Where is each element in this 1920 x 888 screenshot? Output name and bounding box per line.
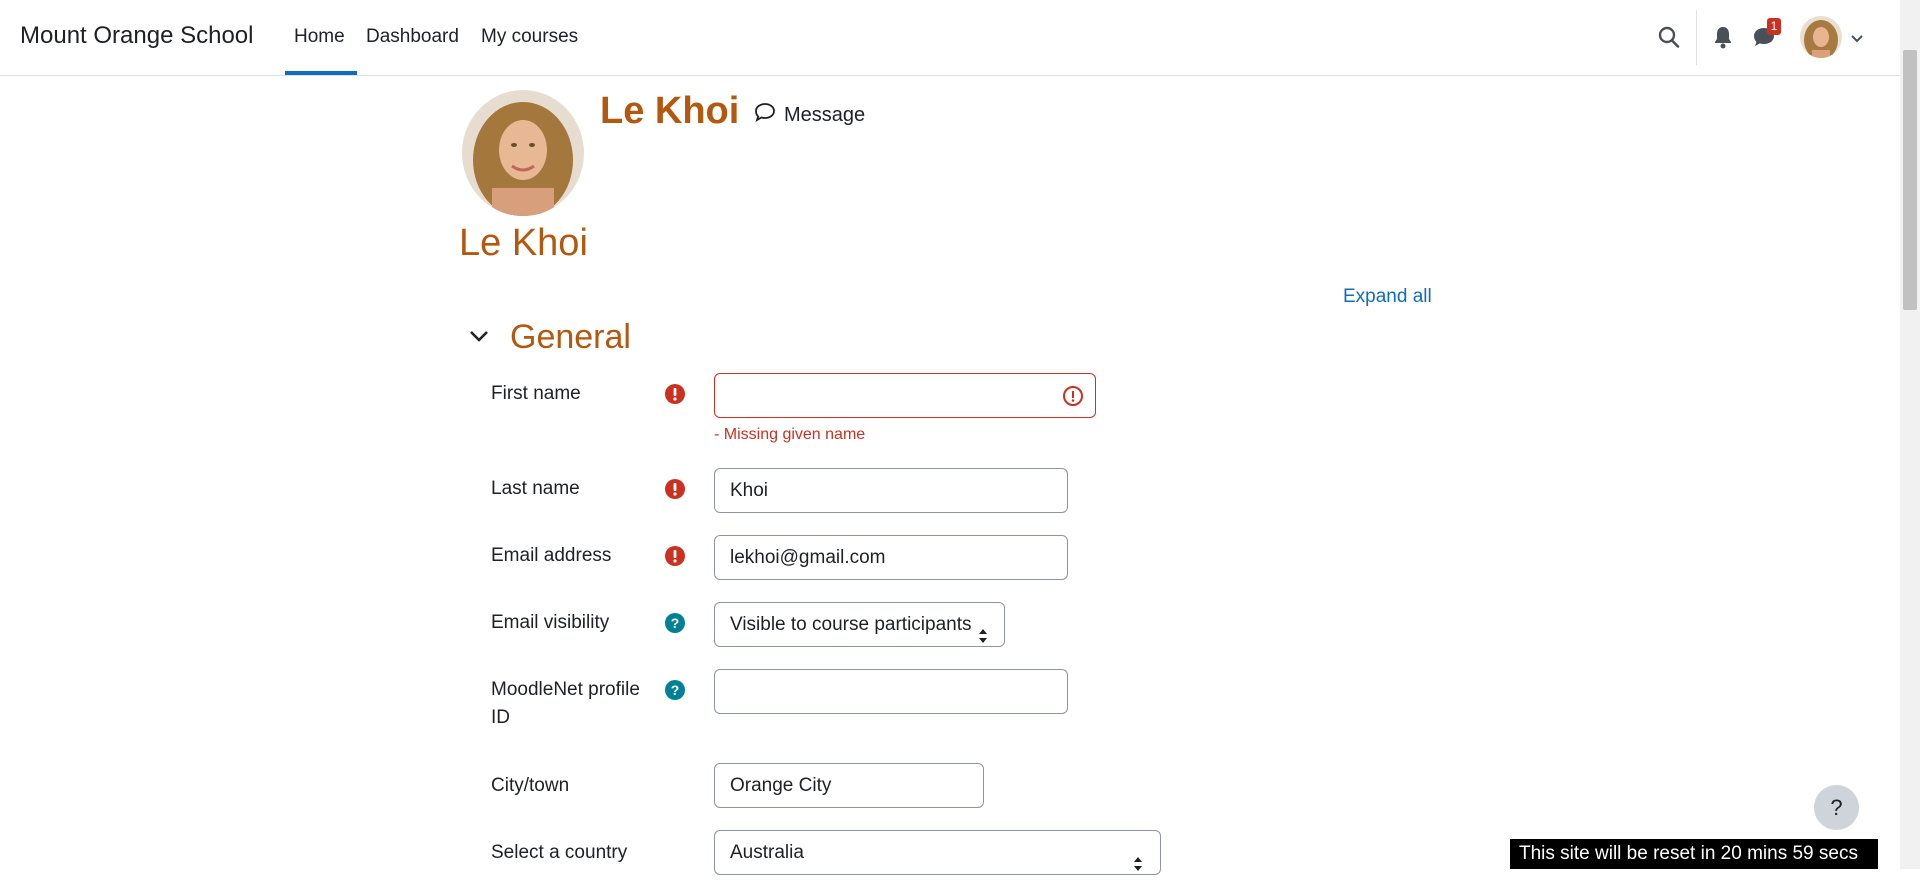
profile-picture <box>462 90 584 216</box>
country-select[interactable]: Australia <box>714 830 1161 875</box>
top-navbar: Mount Orange School Home Dashboard My co… <box>0 0 1900 76</box>
help-icon[interactable]: ? <box>664 612 686 634</box>
first-name-label: First name <box>491 383 581 404</box>
country-value: Australia <box>730 842 804 863</box>
nav-home[interactable]: Home <box>294 26 345 48</box>
moodlenet-label-line1: MoodleNet profile <box>491 679 640 700</box>
svg-text:?: ? <box>671 682 680 698</box>
navbar-divider <box>1696 10 1697 65</box>
site-brand[interactable]: Mount Orange School <box>20 22 253 50</box>
select-arrows-icon <box>978 617 988 660</box>
moodlenet-input[interactable] <box>714 669 1068 714</box>
help-icon[interactable]: ? <box>664 679 686 701</box>
message-icon <box>754 102 776 128</box>
profile-header-name: Le Khoi <box>600 90 740 132</box>
page-help-button[interactable]: ? <box>1814 785 1859 830</box>
required-icon[interactable] <box>664 545 686 567</box>
invalid-field-icon <box>1062 385 1084 412</box>
first-name-input[interactable] <box>714 373 1096 418</box>
section-collapse-chevron-icon[interactable] <box>468 328 490 349</box>
email-visibility-label: Email visibility <box>491 612 610 633</box>
moodlenet-label: MoodleNet profile ID <box>491 676 640 732</box>
active-nav-indicator <box>285 71 357 75</box>
last-name-label: Last name <box>491 478 580 499</box>
chevron-down-icon[interactable] <box>1850 31 1864 49</box>
search-icon[interactable] <box>1657 24 1681 55</box>
scrollbar-thumb[interactable] <box>1903 50 1917 310</box>
email-visibility-select[interactable]: Visible to course participants <box>714 602 1005 647</box>
message-label: Message <box>784 103 866 126</box>
section-title-general[interactable]: General <box>510 318 631 357</box>
user-avatar[interactable] <box>1800 16 1842 58</box>
moodlenet-label-line2: ID <box>491 707 510 728</box>
country-label: Select a country <box>491 842 628 863</box>
email-visibility-value: Visible to course participants <box>730 614 972 635</box>
svg-text:?: ? <box>671 615 680 631</box>
site-reset-banner: This site will be reset in 20 mins 59 se… <box>1510 839 1878 869</box>
city-input[interactable]: Orange City <box>714 763 984 808</box>
city-label: City/town <box>491 775 570 796</box>
nav-dashboard[interactable]: Dashboard <box>366 26 459 48</box>
email-input[interactable]: lekhoi@gmail.com <box>714 535 1068 580</box>
page-title: Le Khoi <box>459 222 588 264</box>
email-label: Email address <box>491 545 612 566</box>
first-name-error: - Missing given name <box>714 426 866 443</box>
required-icon[interactable] <box>664 383 686 405</box>
message-button[interactable]: Message <box>754 102 865 128</box>
nav-my-courses[interactable]: My courses <box>481 26 578 48</box>
bell-icon[interactable] <box>1712 24 1734 55</box>
last-name-input[interactable]: Khoi <box>714 468 1068 513</box>
required-icon[interactable] <box>664 478 686 500</box>
select-arrows-icon <box>1133 845 1143 888</box>
expand-all-link[interactable]: Expand all <box>1343 286 1432 308</box>
messages-count-badge: 1 <box>1767 18 1781 35</box>
